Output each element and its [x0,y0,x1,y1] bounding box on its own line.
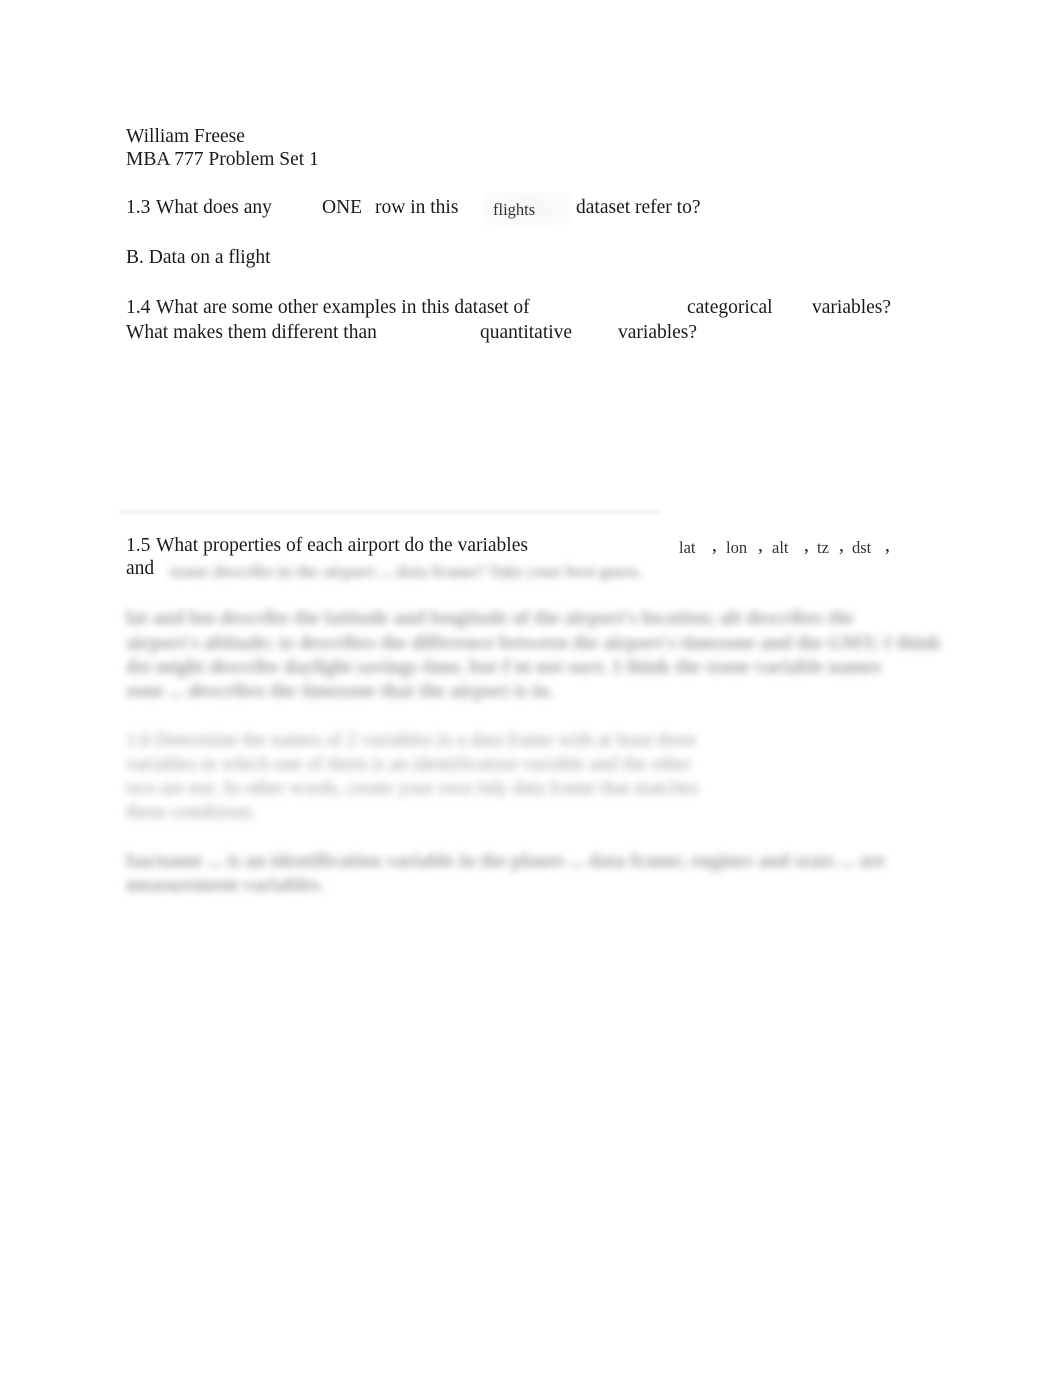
obscured-text: tzone describe in the airport ... data f… [170,562,643,581]
separator: , [839,535,844,556]
question-number: 1.4 [126,297,151,318]
question-number: 1.5 [126,535,151,556]
code-variable: alt [772,538,789,557]
question-text: What does any [156,197,272,218]
term-categorical: categorical [687,297,773,318]
question-text: What makes them different than [126,322,377,343]
question-text: variables? [812,297,892,318]
horizontal-rule [120,511,660,514]
code-flights: flights [493,200,536,219]
code-variable: dst [852,538,872,557]
obscured-line: zone ... describes the timezone that the… [126,681,554,702]
author-name: William Freese [126,126,245,147]
question-text: What properties of each airport do the v… [156,535,528,556]
term-quantitative: quantitative [480,322,573,343]
obscured-line: variables in which one of them is an ide… [126,754,692,775]
course-title: MBA 777 Problem Set 1 [126,149,319,170]
question-text: What are some other examples in this dat… [156,297,530,318]
obscured-line: faa/name ... is an identification variab… [126,851,886,872]
question-number: 1.3 [126,197,151,218]
separator: , [712,535,717,556]
question-text: dataset refer to? [576,197,701,218]
emphasis-text: ONE [322,197,363,218]
obscured-line: dst might describe daylight savings time… [126,657,882,678]
document-page: William Freese MBA 777 Problem Set 1 1.3… [0,0,1062,1377]
code-variable: tz [817,538,829,557]
obscured-line: two are not. In other words, create your… [126,778,699,799]
question-text: and [126,558,155,579]
obscured-line: 1.6 Determine the names of 2 variables i… [126,730,697,751]
separator: , [758,535,763,556]
separator: , [885,535,890,556]
question-text: row in this [375,197,459,218]
code-variable: lon [726,538,748,557]
obscured-line: airport's altitude; tz describes the dif… [126,633,941,654]
code-variable: lat [679,538,696,557]
obscured-line: measurement variables. [126,875,324,896]
question-text: variables? [618,322,698,343]
obscured-line: these conditions. [126,802,258,823]
obscured-line: lat and lon describe the latitude and lo… [126,608,854,629]
answer-1-3: B. Data on a flight [126,247,271,268]
separator: , [804,535,809,556]
